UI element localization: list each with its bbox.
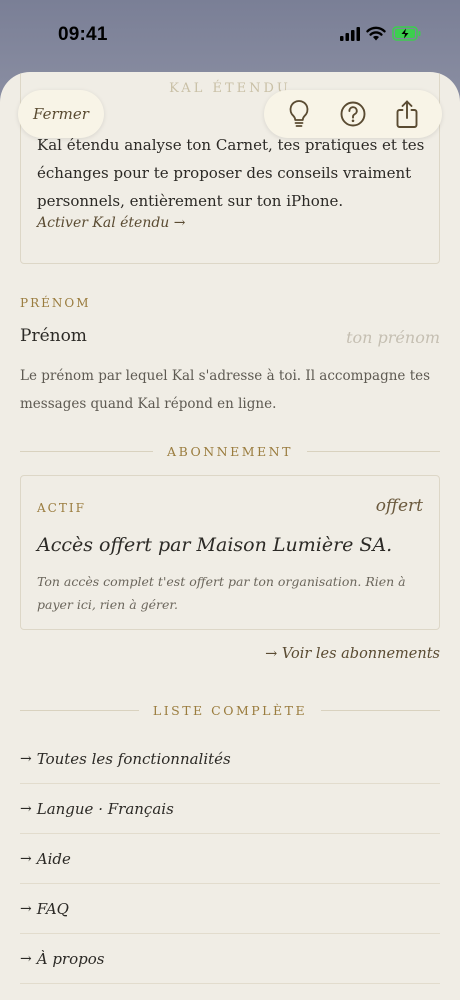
list-item-label: FAQ: [36, 899, 69, 918]
arrow-right-icon: →: [20, 750, 32, 767]
subscription-status: ACTIF: [37, 501, 86, 515]
list-item-faq[interactable]: → FAQ: [20, 884, 440, 934]
list-item-label: Toutes les fonctionnalités: [36, 749, 231, 768]
cellular-signal-icon: [340, 26, 360, 45]
help-icon[interactable]: [338, 99, 368, 129]
status-bar: 09:41: [0, 0, 460, 76]
subscription-description: Ton accès complet t'est offert par ton o…: [37, 574, 406, 612]
list-item-language[interactable]: → Langue · Français: [20, 784, 440, 834]
settings-sheet: KAL ÉTENDU Kal étendu analyse ton Carnet…: [0, 72, 460, 1000]
status-time: 09:41: [58, 24, 108, 45]
list-item-label: Langue · Français: [36, 799, 174, 818]
divider-line: [20, 450, 154, 452]
full-list: → Toutes les fonctionnalités → Langue · …: [20, 734, 440, 984]
subscription-card: ACTIF offert Accès offert par Maison Lum…: [20, 475, 440, 630]
divider-line: [20, 709, 139, 711]
share-icon[interactable]: [392, 99, 422, 129]
subscription-divider: ABONNEMENT: [20, 441, 440, 461]
wifi-icon: [366, 26, 386, 45]
activate-kal-extended-link[interactable]: Activer Kal étendu →: [37, 215, 186, 231]
subscription-badge: offert: [375, 496, 423, 516]
first-name-input[interactable]: ton prénom: [346, 328, 440, 347]
battery-charging-icon: [392, 26, 422, 45]
full-list-heading: LISTE COMPLÈTE: [152, 702, 308, 718]
kal-extended-description: Kal étendu analyse ton Carnet, tes prati…: [37, 136, 425, 210]
subscription-title: Accès offert par Maison Lumière SA.: [37, 534, 393, 556]
full-list-divider: LISTE COMPLÈTE: [20, 700, 440, 720]
name-section-label: PRÉNOM: [20, 296, 91, 310]
status-icons: [340, 26, 422, 45]
list-item-label: À propos: [36, 949, 105, 968]
arrow-right-icon: →: [20, 900, 32, 917]
list-item-about[interactable]: → À propos: [20, 934, 440, 984]
actions-pill: [264, 90, 442, 138]
divider-line: [306, 450, 440, 452]
arrow-right-icon: →: [20, 950, 32, 967]
arrow-right-icon: →: [20, 800, 32, 817]
divider-line: [321, 709, 440, 711]
lightbulb-icon[interactable]: [284, 99, 314, 129]
list-item-help[interactable]: → Aide: [20, 834, 440, 884]
list-item-label: Aide: [36, 849, 71, 868]
arrow-right-icon: →: [20, 850, 32, 867]
close-button[interactable]: Fermer: [18, 90, 104, 138]
subscription-heading: ABONNEMENT: [167, 443, 293, 459]
first-name-label: Prénom: [20, 326, 87, 346]
view-subscriptions-link[interactable]: → Voir les abonnements: [265, 646, 440, 662]
first-name-help: Le prénom par lequel Kal s'adresse à toi…: [20, 368, 431, 412]
list-item-features[interactable]: → Toutes les fonctionnalités: [20, 734, 440, 784]
